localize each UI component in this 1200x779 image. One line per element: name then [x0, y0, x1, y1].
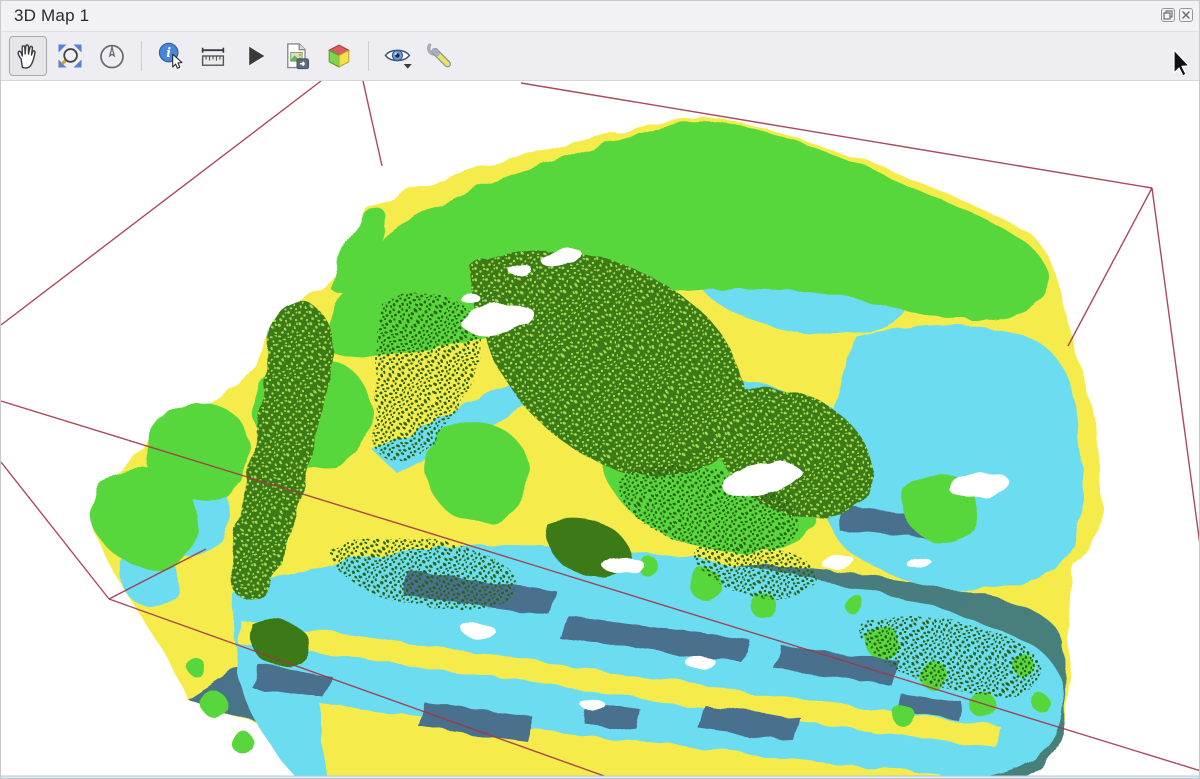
float-window-button[interactable] — [1161, 8, 1175, 22]
toolbar-separator — [368, 41, 369, 71]
3d-viewport-canvas[interactable] — [1, 81, 1200, 779]
close-icon — [1181, 10, 1191, 20]
toolbar-button-camera-control[interactable] — [9, 36, 47, 76]
wrench-icon — [425, 41, 455, 71]
toolbar-button-measure-line[interactable] — [194, 36, 232, 76]
cube-icon — [324, 41, 354, 71]
close-window-button[interactable] — [1179, 8, 1193, 22]
hand-icon — [13, 41, 43, 71]
eye-icon — [382, 41, 414, 71]
toolbar-button-export-3d-scene[interactable] — [320, 36, 358, 76]
compass-icon — [97, 41, 127, 71]
play-icon — [240, 41, 270, 71]
window-controls — [1161, 8, 1193, 22]
window-title: 3D Map 1 — [1, 6, 89, 26]
identify-icon: i — [156, 41, 186, 71]
toolbar-button-identify[interactable]: i — [152, 36, 190, 76]
titlebar: 3D Map 1 — [1, 1, 1199, 32]
toolbar-button-save-image[interactable] — [278, 36, 316, 76]
3d-map-window: 3D Map 1 — [0, 0, 1200, 779]
toolbar-button-view-theme[interactable] — [379, 36, 417, 76]
save-image-icon — [282, 41, 312, 71]
toolbar-button-animations[interactable] — [236, 36, 274, 76]
svg-text:i: i — [166, 45, 171, 60]
toolbar-button-zoom-full[interactable] — [51, 36, 89, 76]
float-icon — [1163, 10, 1173, 20]
point-cloud-scene — [1, 81, 1200, 779]
toolbar-button-navigation[interactable] — [93, 36, 131, 76]
3d-map-toolbar: i — [1, 32, 1199, 81]
zoom-full-icon — [55, 41, 85, 71]
toolbar-button-configure[interactable] — [421, 36, 459, 76]
toolbar-separator — [141, 41, 142, 71]
ruler-icon — [198, 41, 228, 71]
